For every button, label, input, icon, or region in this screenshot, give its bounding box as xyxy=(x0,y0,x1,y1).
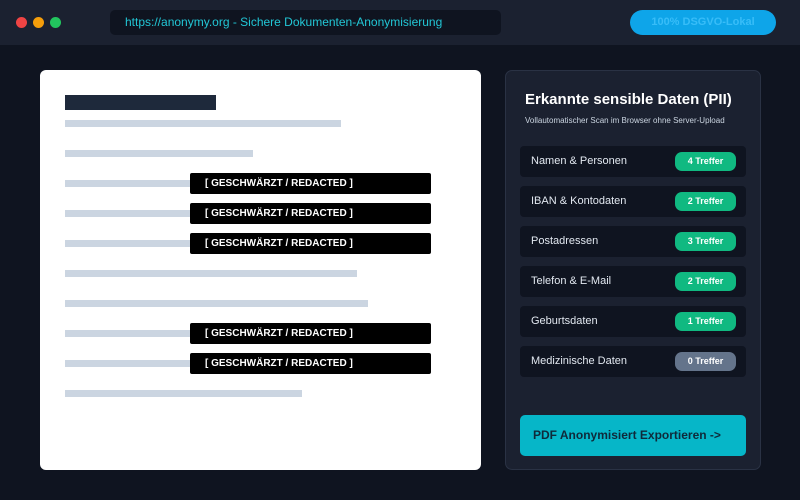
panel-subtitle: Vollautomatischer Scan im Browser ohne S… xyxy=(525,116,725,125)
text-line xyxy=(65,270,357,277)
redaction-box: [ GESCHWÄRZT / REDACTED ] xyxy=(190,233,431,254)
gdpr-local-badge: 100% DSGVO-Lokal xyxy=(630,10,776,35)
hit-count-badge: 1 Treffer xyxy=(675,312,736,331)
redaction-box: [ GESCHWÄRZT / REDACTED ] xyxy=(190,353,431,374)
pii-category-label: Geburtsdaten xyxy=(531,315,598,327)
text-line xyxy=(65,180,191,187)
document-heading-bar xyxy=(65,95,216,110)
window-maximize-dot[interactable] xyxy=(50,17,61,28)
pii-category-label: Postadressen xyxy=(531,235,599,247)
pii-category-names[interactable]: Namen & Personen 4 Treffer xyxy=(520,146,746,177)
text-line xyxy=(65,120,341,127)
hit-count-badge: 0 Treffer xyxy=(675,352,736,371)
window-minimize-dot[interactable] xyxy=(33,17,44,28)
pii-category-addresses[interactable]: Postadressen 3 Treffer xyxy=(520,226,746,257)
hit-count-badge: 4 Treffer xyxy=(675,152,736,171)
pii-panel: Erkannte sensible Daten (PII) Vollautoma… xyxy=(505,70,761,470)
panel-title: Erkannte sensible Daten (PII) xyxy=(525,91,732,108)
pii-category-label: Telefon & E-Mail xyxy=(531,275,612,287)
text-line xyxy=(65,330,191,337)
pii-category-label: Medizinische Daten xyxy=(531,355,627,367)
document-preview: [ GESCHWÄRZT / REDACTED ] [ GESCHWÄRZT /… xyxy=(40,70,481,470)
pii-category-iban[interactable]: IBAN & Kontodaten 2 Treffer xyxy=(520,186,746,217)
text-line xyxy=(65,240,191,247)
pii-category-birthdates[interactable]: Geburtsdaten 1 Treffer xyxy=(520,306,746,337)
text-line xyxy=(65,150,253,157)
text-line xyxy=(65,360,191,367)
text-line xyxy=(65,390,302,397)
redaction-box: [ GESCHWÄRZT / REDACTED ] xyxy=(190,323,431,344)
browser-topbar: https://anonymy.org - Sichere Dokumenten… xyxy=(0,0,800,45)
redaction-box: [ GESCHWÄRZT / REDACTED ] xyxy=(190,203,431,224)
pii-category-contact[interactable]: Telefon & E-Mail 2 Treffer xyxy=(520,266,746,297)
hit-count-badge: 2 Treffer xyxy=(675,192,736,211)
text-line xyxy=(65,210,191,217)
pii-category-label: Namen & Personen xyxy=(531,155,627,167)
address-bar[interactable]: https://anonymy.org - Sichere Dokumenten… xyxy=(110,10,501,35)
pii-category-label: IBAN & Kontodaten xyxy=(531,195,627,207)
hit-count-badge: 3 Treffer xyxy=(675,232,736,251)
export-pdf-button[interactable]: PDF Anonymisiert Exportieren -> xyxy=(520,415,746,456)
redaction-box: [ GESCHWÄRZT / REDACTED ] xyxy=(190,173,431,194)
hit-count-badge: 2 Treffer xyxy=(675,272,736,291)
text-line xyxy=(65,300,368,307)
pii-category-medical[interactable]: Medizinische Daten 0 Treffer xyxy=(520,346,746,377)
window-close-dot[interactable] xyxy=(16,17,27,28)
